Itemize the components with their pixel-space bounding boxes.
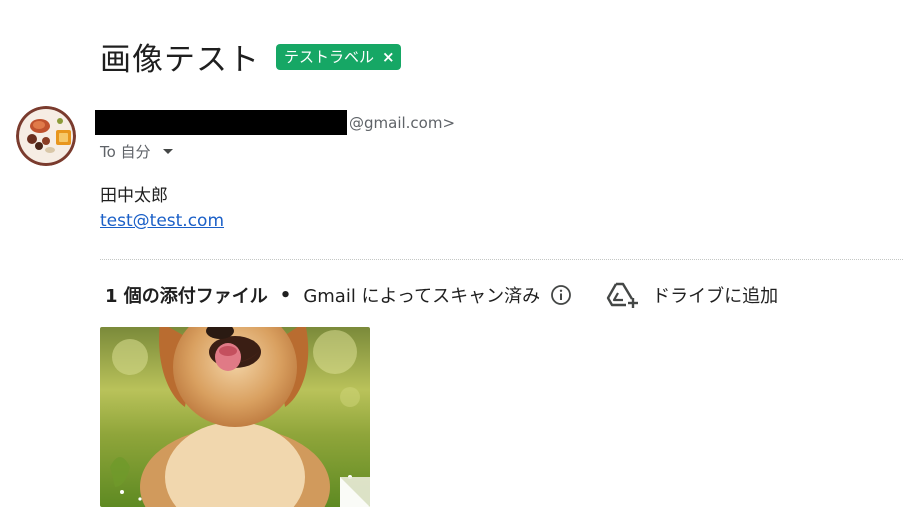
subject-row: 画像テスト テストラベル × [100,34,401,79]
attachment-thumbnail[interactable] [100,327,370,507]
label-chip-text: テストラベル [284,47,375,66]
chevron-down-icon[interactable] [162,149,173,154]
body-email-link[interactable]: test@test.com [100,211,224,231]
sender-avatar[interactable] [16,106,76,166]
add-to-drive-button[interactable]: ドライブに追加 [606,281,778,309]
label-chip[interactable]: テストラベル × [276,43,401,70]
dog-photo-image [100,327,370,507]
info-icon[interactable] [550,284,572,306]
redacted-sender-name [95,110,347,135]
drive-add-icon [606,282,639,308]
attachment-separator: • [279,284,292,306]
recipient-text: To 自分 [100,143,151,161]
attachment-divider [100,259,903,260]
attachment-header: 1 個の添付ファイル • Gmail によってスキャン済み ドライブに追加 [105,281,778,309]
label-remove-button[interactable]: × [382,47,395,67]
body-name: 田中太郎 [100,186,168,206]
recipient-details-toggle[interactable]: To 自分 [100,141,173,162]
attachment-count: 1 個の添付ファイル [105,286,268,307]
add-to-drive-label: ドライブに追加 [652,286,779,307]
avatar-image [16,106,76,166]
sender-email: @gmail.com> [349,113,456,132]
email-view: 画像テスト テストラベル × @gmail.com> To 自分 田中太郎 te… [0,0,903,526]
email-subject: 画像テスト [100,42,260,78]
scan-status: Gmail によってスキャン済み [303,286,541,307]
sender-row: @gmail.com> [95,110,455,135]
